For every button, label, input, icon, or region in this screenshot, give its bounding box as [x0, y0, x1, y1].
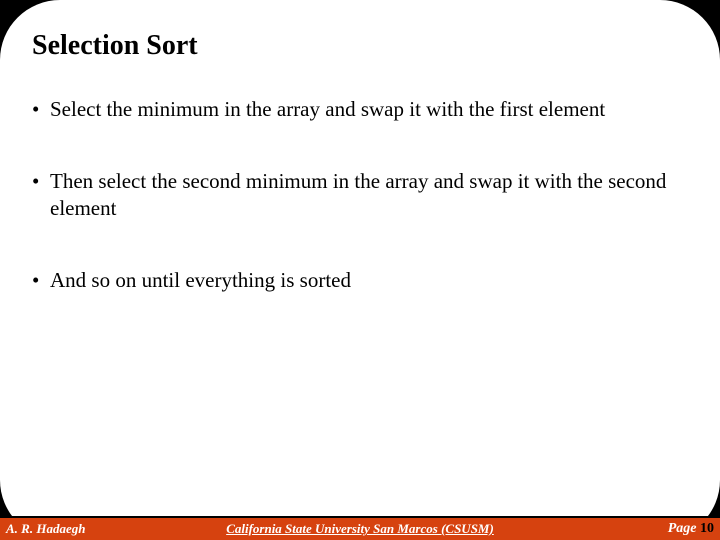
- bullet-dot-icon: •: [32, 267, 46, 293]
- bullet-dot-icon: •: [32, 168, 46, 194]
- bullet-item: • And so on until everything is sorted: [32, 267, 688, 293]
- bullet-dot-icon: •: [32, 96, 46, 122]
- slide-footer: A. R. Hadaegh California State Universit…: [0, 516, 720, 540]
- slide-card: Selection Sort • Select the minimum in t…: [0, 0, 720, 540]
- footer-page: Page 10: [668, 521, 714, 537]
- footer-page-label: Page: [668, 521, 700, 536]
- bullet-text: Then select the second minimum in the ar…: [50, 168, 688, 221]
- bullet-item: • Then select the second minimum in the …: [32, 168, 688, 221]
- footer-institution: California State University San Marcos (…: [0, 521, 720, 537]
- bullet-item: • Select the minimum in the array and sw…: [32, 96, 688, 122]
- bullet-text: And so on until everything is sorted: [50, 267, 688, 293]
- slide-body: • Select the minimum in the array and sw…: [32, 96, 688, 339]
- bullet-text: Select the minimum in the array and swap…: [50, 96, 688, 122]
- footer-page-number: 10: [700, 521, 714, 536]
- slide-title: Selection Sort: [32, 30, 198, 62]
